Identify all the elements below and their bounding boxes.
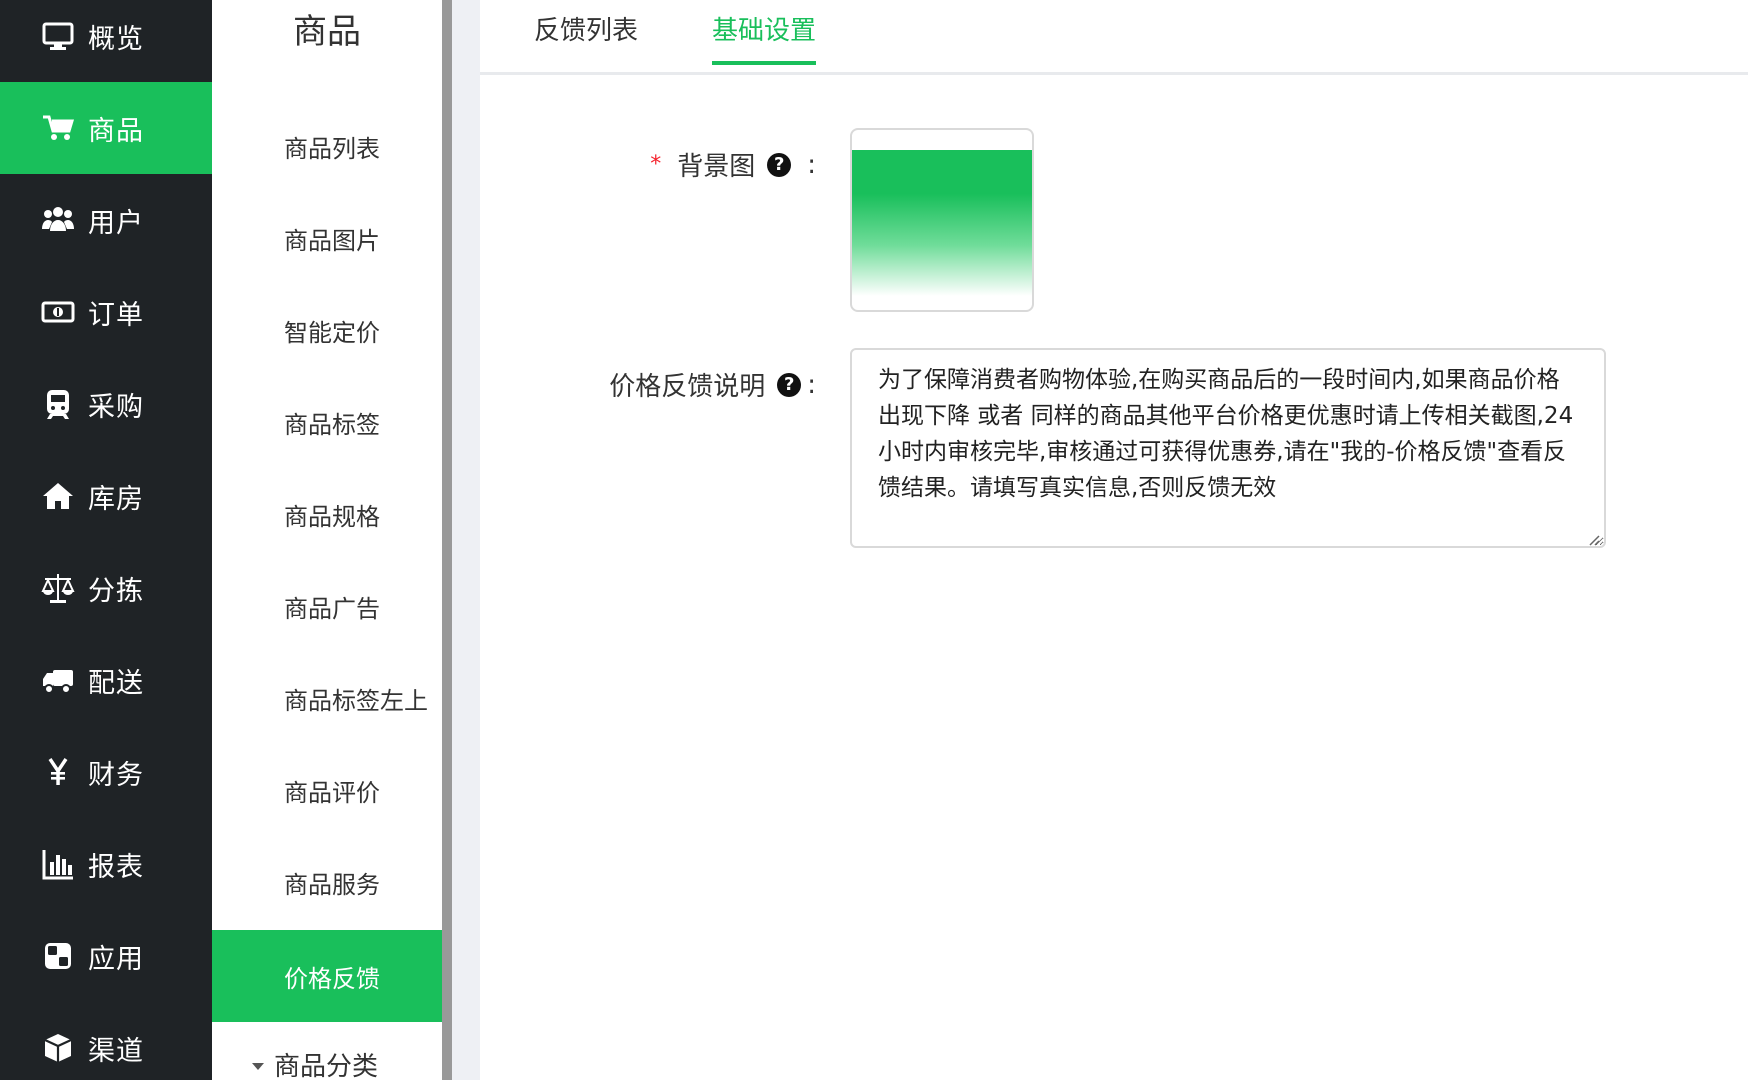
description-label-text: 价格反馈说明 bbox=[609, 372, 766, 402]
subnav-item-label: 商品列表 bbox=[284, 134, 380, 163]
subnav-item-label: 智能定价 bbox=[284, 318, 380, 347]
description-textarea[interactable]: 为了保障消费者购物体验,在购买商品后的一段时间内,如果商品价格出现下降 或者 同… bbox=[850, 348, 1606, 548]
nav-item-overview[interactable]: 概览 bbox=[0, 0, 212, 82]
subnav-group-goods-category[interactable]: 商品分类 bbox=[252, 1046, 378, 1080]
background-label-text: 背景图 bbox=[677, 152, 756, 182]
subnav-item-label: 商品服务 bbox=[284, 870, 380, 899]
nav-item-label: 应用 bbox=[88, 943, 144, 975]
nav-item-purchase[interactable]: 采购 bbox=[0, 358, 212, 450]
resize-handle-icon[interactable] bbox=[1586, 532, 1600, 546]
secondary-sidebar: 商品 商品列表 商品图片 智能定价 商品标签 商品规格 商品广告 商品标签左上 … bbox=[212, 0, 442, 1080]
train-icon bbox=[38, 384, 78, 424]
help-icon[interactable]: ? bbox=[767, 152, 792, 177]
nav-item-label: 采购 bbox=[88, 391, 144, 423]
nav-item-sorting[interactable]: 分拣 bbox=[0, 542, 212, 634]
label-colon: : bbox=[807, 369, 816, 400]
apps-icon bbox=[38, 936, 78, 976]
monitor-icon bbox=[38, 16, 78, 56]
nav-item-label: 商品 bbox=[88, 115, 144, 147]
nav-item-label: 概览 bbox=[88, 23, 144, 55]
subnav-item-goods-reviews[interactable]: 商品评价 bbox=[212, 744, 442, 836]
subnav-item-goods-list[interactable]: 商品列表 bbox=[212, 100, 442, 192]
nav-item-channels[interactable]: 渠道 bbox=[0, 1002, 212, 1080]
subnav-group-label: 商品分类 bbox=[274, 1052, 379, 1080]
nav-item-reports[interactable]: 报表 bbox=[0, 818, 212, 910]
users-icon bbox=[38, 200, 78, 240]
nav-item-label: 用户 bbox=[88, 207, 144, 239]
bar-chart-icon bbox=[38, 844, 78, 884]
primary-sidebar: 概览 商品 用户 订单 采购 库房 分拣 配送 财务 报表 应用 渠道 bbox=[0, 0, 212, 1080]
content-gutter bbox=[452, 0, 480, 1080]
nav-item-label: 渠道 bbox=[88, 1035, 144, 1067]
cart-icon bbox=[38, 108, 78, 148]
nav-item-label: 配送 bbox=[88, 667, 144, 699]
subnav-item-smart-pricing[interactable]: 智能定价 bbox=[212, 284, 442, 376]
cube-icon bbox=[38, 1028, 78, 1068]
subnav-item-goods-tags[interactable]: 商品标签 bbox=[212, 376, 442, 468]
subnav-item-label: 商品规格 bbox=[284, 502, 380, 531]
subnav-item-label: 商品图片 bbox=[284, 226, 380, 255]
required-mark: * bbox=[650, 152, 662, 177]
nav-item-label: 分拣 bbox=[88, 575, 144, 607]
money-icon bbox=[38, 292, 78, 332]
tab-feedback-list[interactable]: 反馈列表 bbox=[534, 10, 638, 61]
nav-item-apps[interactable]: 应用 bbox=[0, 910, 212, 1002]
background-image-upload[interactable] bbox=[850, 128, 1034, 312]
tab-basic-settings[interactable]: 基础设置 bbox=[712, 10, 817, 65]
nav-item-label: 库房 bbox=[88, 483, 144, 515]
help-icon[interactable]: ? bbox=[777, 372, 802, 397]
nav-item-delivery[interactable]: 配送 bbox=[0, 634, 212, 726]
subnav-item-price-feedback[interactable]: 价格反馈 bbox=[212, 930, 442, 1022]
subnav-item-goods-services[interactable]: 商品服务 bbox=[212, 836, 442, 928]
subnav-item-label: 商品广告 bbox=[284, 594, 380, 623]
main-panel: 反馈列表 基础设置 * 背景图 ? : 价格反馈说明 ? : 为了保障消费者购物… bbox=[480, 0, 1748, 1080]
nav-item-label: 报表 bbox=[88, 851, 144, 883]
subnav-item-goods-images[interactable]: 商品图片 bbox=[212, 192, 442, 284]
subnav-item-tag-top-left[interactable]: 商品标签左上 bbox=[212, 652, 442, 744]
secondary-sidebar-title: 商品 bbox=[293, 12, 361, 52]
subnav-item-label: 商品标签 bbox=[284, 410, 380, 439]
yen-icon bbox=[38, 752, 78, 792]
nav-item-label: 财务 bbox=[88, 759, 144, 791]
subnav-item-label: 商品标签左上 bbox=[284, 686, 428, 715]
sidebar-splitter[interactable] bbox=[442, 0, 452, 1080]
tab-bar: 反馈列表 基础设置 bbox=[480, 0, 1748, 75]
home-icon bbox=[38, 476, 78, 516]
subnav-item-goods-ads[interactable]: 商品广告 bbox=[212, 560, 442, 652]
subnav-item-label: 商品评价 bbox=[284, 778, 380, 807]
subnav-item-goods-specs[interactable]: 商品规格 bbox=[212, 468, 442, 560]
background-image-preview bbox=[852, 150, 1032, 296]
nav-item-users[interactable]: 用户 bbox=[0, 174, 212, 266]
label-colon: : bbox=[807, 149, 816, 180]
nav-item-finance[interactable]: 财务 bbox=[0, 726, 212, 818]
subnav-item-label: 价格反馈 bbox=[284, 964, 380, 993]
caret-down-icon bbox=[252, 1063, 264, 1070]
scale-icon bbox=[38, 568, 78, 608]
nav-item-orders[interactable]: 订单 bbox=[0, 266, 212, 358]
nav-item-goods[interactable]: 商品 bbox=[0, 82, 212, 174]
truck-icon bbox=[38, 660, 78, 700]
nav-item-warehouse[interactable]: 库房 bbox=[0, 450, 212, 542]
nav-item-label: 订单 bbox=[88, 299, 144, 331]
